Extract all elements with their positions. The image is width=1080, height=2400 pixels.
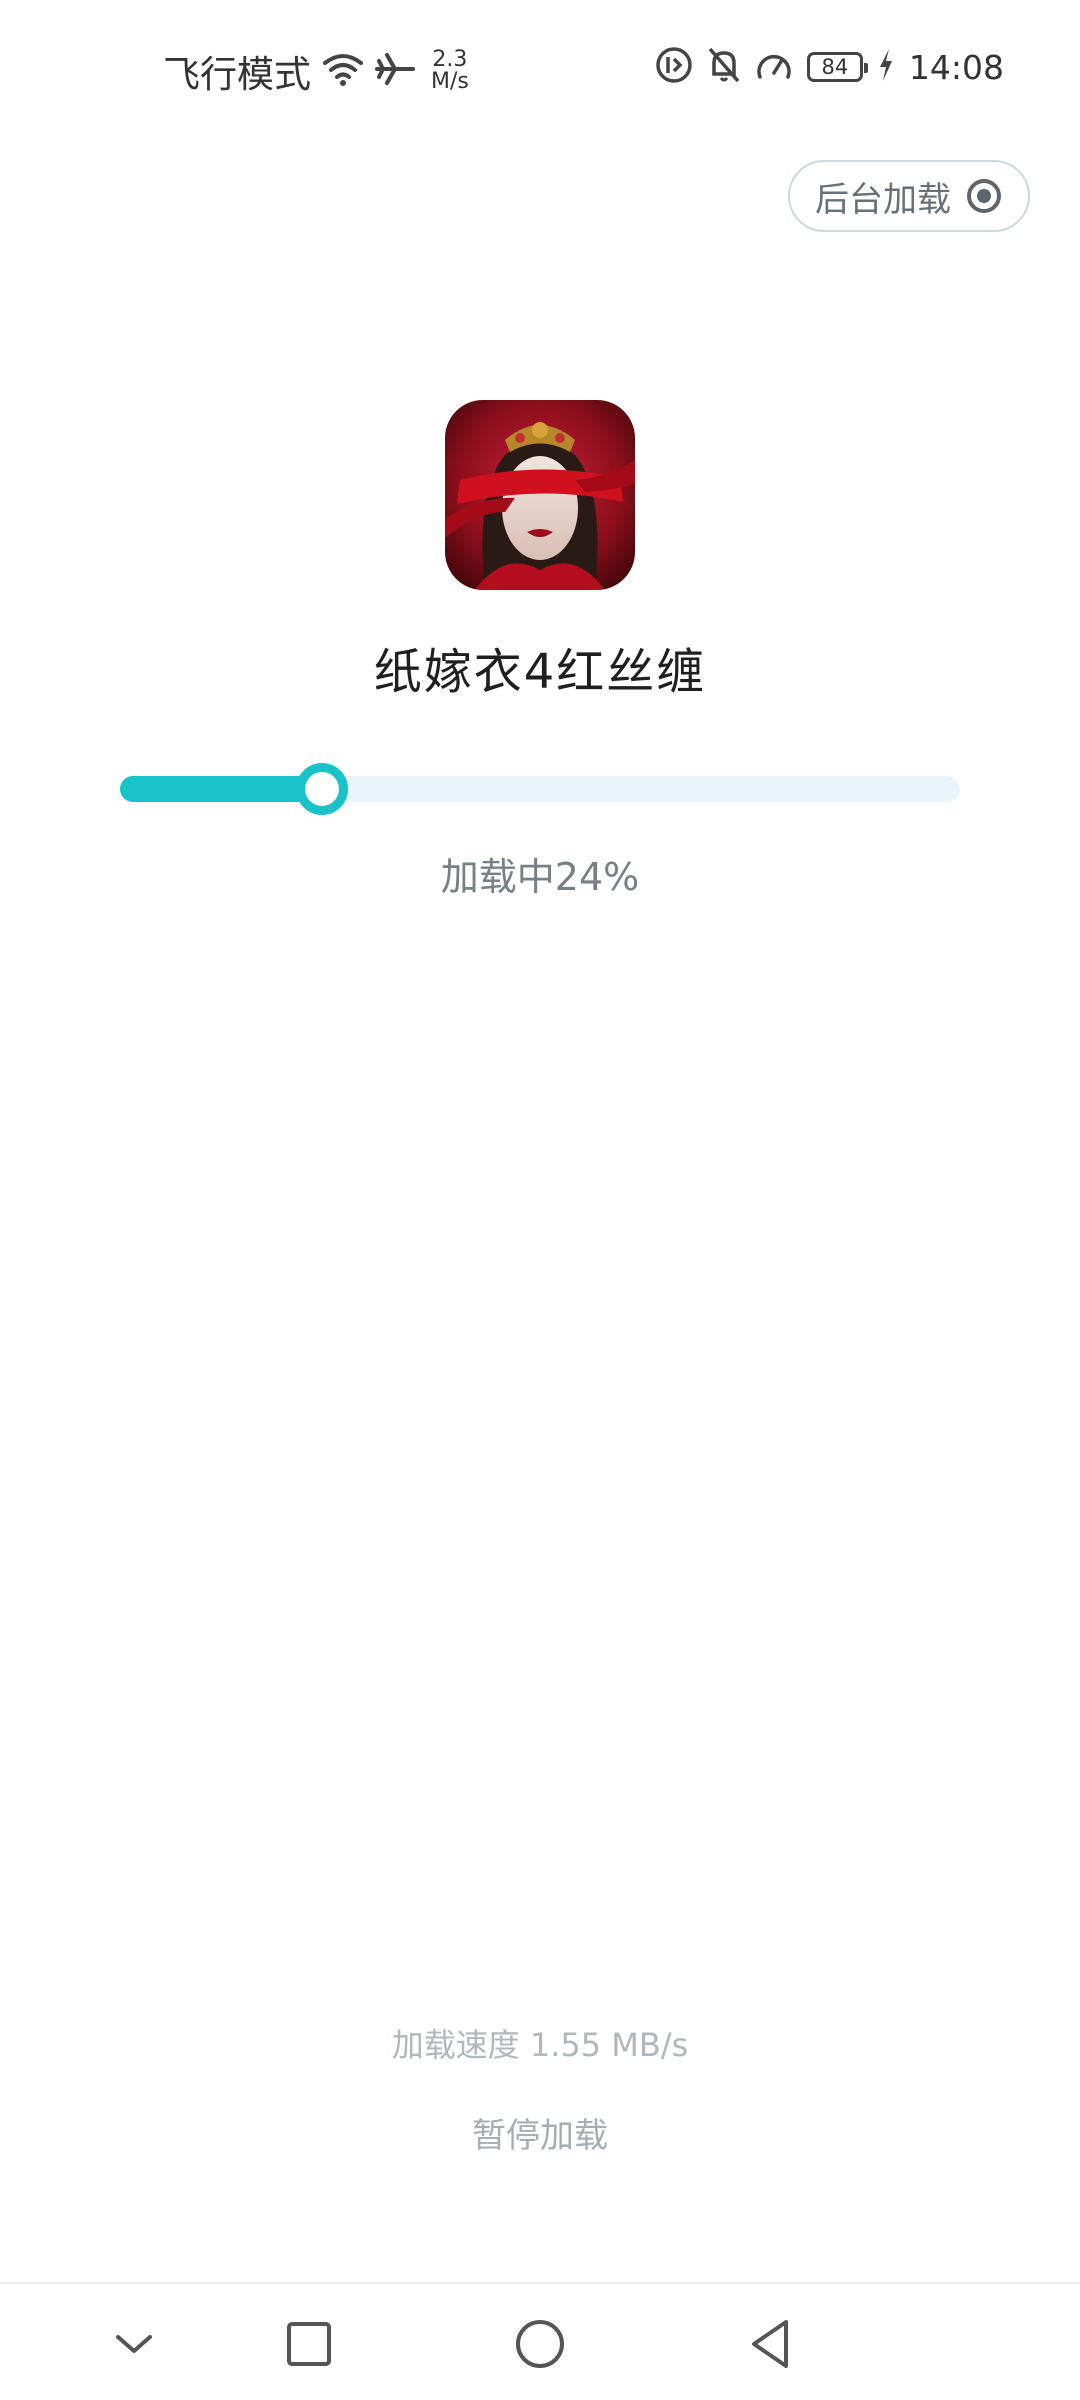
progress-thumb [296, 763, 348, 815]
clock: 14:08 [908, 47, 1004, 87]
battery-level: 84 [821, 55, 849, 79]
load-speed-text: 加载速度 1.55 MB/s [391, 2026, 689, 2064]
progress-label: 加载中24% [440, 855, 640, 899]
home-icon[interactable] [510, 2314, 570, 2374]
target-icon [965, 177, 1003, 215]
airplane-mode-label: 飞行模式 [163, 53, 311, 96]
back-icon[interactable] [740, 2314, 800, 2374]
mute-bell-icon [707, 46, 741, 88]
navigation-bar [0, 2282, 1080, 2400]
wifi-icon [321, 51, 365, 91]
charging-icon [877, 47, 895, 87]
background-load-button[interactable]: 后台加载 [788, 160, 1030, 232]
status-left: 飞行模式 2.3 M/s [163, 44, 469, 98]
progress-fill [120, 776, 322, 802]
network-speed: 2.3 M/s [431, 49, 469, 93]
background-load-label: 后台加载 [815, 179, 951, 220]
collapse-icon[interactable] [104, 2314, 164, 2374]
app-title: 纸嫁衣4红丝缠 [373, 644, 707, 700]
loading-screen: 飞行模式 2.3 M/s 84 14:08 后台加载 纸嫁衣4红丝缠 加载中24… [0, 0, 1080, 2400]
status-bar: 飞行模式 2.3 M/s 84 14:08 [0, 0, 1080, 136]
battery-icon: 84 [806, 52, 868, 82]
progress-bar [120, 763, 960, 815]
status-right: 84 14:08 [655, 46, 1004, 88]
network-speed-value: 2.3 [432, 47, 468, 72]
network-speed-unit: M/s [431, 69, 469, 94]
recents-icon[interactable] [279, 2314, 339, 2374]
airplane-icon [375, 51, 415, 91]
game-app-icon [445, 400, 635, 590]
pause-load-button[interactable]: 暂停加载 [440, 2108, 640, 2158]
data-saver-icon [655, 46, 693, 88]
speedometer-icon [755, 47, 793, 87]
